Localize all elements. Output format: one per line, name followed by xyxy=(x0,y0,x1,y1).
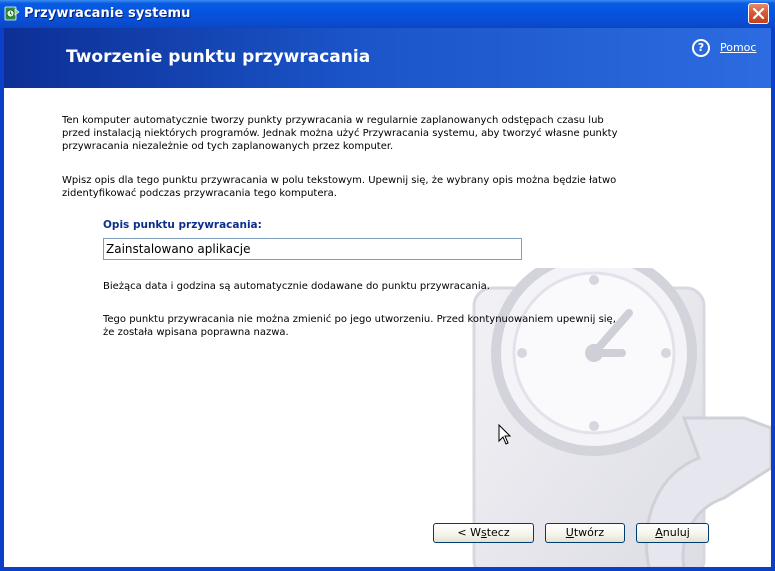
instruction-line-2: zidentyfikować podczas przywracania tego… xyxy=(62,188,337,199)
intro-line-3: przywracania niezależnie od tych zaplano… xyxy=(62,141,394,152)
cancel-button-accel: A xyxy=(655,526,663,539)
help-circle-icon[interactable]: ? xyxy=(692,39,710,57)
immutable-line-1: Tego punktu przywracania nie można zmien… xyxy=(103,314,616,325)
back-button-label-suffix: tecz xyxy=(486,526,510,539)
dialog-client-area: Tworzenie punktu przywracania ? Pomoc Te… xyxy=(4,28,771,567)
description-input[interactable] xyxy=(103,238,522,260)
help-link[interactable]: Pomoc xyxy=(720,41,756,54)
mouse-pointer-icon xyxy=(498,424,512,445)
instruction-line-1: Wpisz opis dla tego punktu przywracania … xyxy=(62,175,617,186)
instruction-paragraph: Wpisz opis dla tego punktu przywracania … xyxy=(62,174,616,200)
datetime-note: Bieżąca data i godzina są automatycznie … xyxy=(103,281,490,292)
immutable-note: Tego punktu przywracania nie można zmien… xyxy=(103,313,616,339)
create-button[interactable]: Utwórz xyxy=(545,523,625,543)
description-field-label: Opis punktu przywracania: xyxy=(103,219,262,231)
back-button[interactable]: < Wstecz xyxy=(433,523,534,543)
wizard-header: Tworzenie punktu przywracania ? Pomoc xyxy=(4,28,771,88)
create-button-accel: U xyxy=(565,526,574,539)
dialog-window: Przywracanie systemu Tworzenie punktu pr… xyxy=(0,0,775,571)
immutable-line-2: że została wpisana poprawna nazwa. xyxy=(103,327,289,338)
cancel-button[interactable]: Anuluj xyxy=(636,523,709,543)
title-bar[interactable]: Przywracanie systemu xyxy=(0,0,775,28)
window-title: Przywracanie systemu xyxy=(24,6,191,21)
header-divider xyxy=(4,88,771,90)
close-icon xyxy=(752,7,765,20)
intro-paragraph: Ten komputer automatycznie tworzy punkty… xyxy=(62,114,618,153)
create-button-label-suffix: twórz xyxy=(573,526,605,539)
cancel-button-label-suffix: nuluj xyxy=(662,526,690,539)
system-restore-icon xyxy=(4,6,20,21)
page-title: Tworzenie punktu przywracania xyxy=(66,47,371,67)
intro-line-1: Ten komputer automatycznie tworzy punkty… xyxy=(62,115,604,126)
back-button-label-prefix: < W xyxy=(457,526,481,539)
intro-line-2: przed instalacją niektórych programów. J… xyxy=(62,128,618,139)
close-button[interactable] xyxy=(748,3,769,24)
